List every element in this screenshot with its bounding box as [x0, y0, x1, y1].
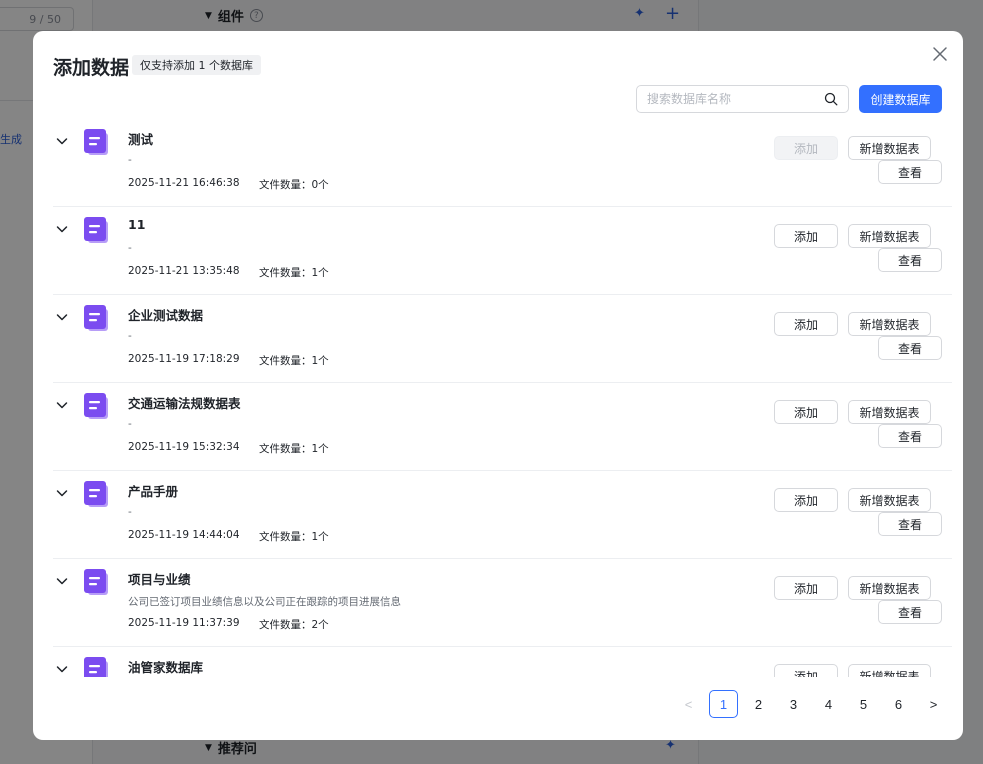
- database-icon: [82, 392, 110, 420]
- database-row: 测试 - 2025-11-21 16:46:38 文件数量：0个 添加 新增数据表 查看: [53, 119, 952, 207]
- new-table-button[interactable]: 新增数据表: [848, 224, 931, 248]
- chevron-down-icon[interactable]: [55, 133, 69, 147]
- database-file-count: 文件数量：1个: [259, 355, 329, 367]
- view-button[interactable]: 查看: [878, 512, 942, 536]
- prev-page-button: <: [684, 696, 693, 712]
- search-box[interactable]: [636, 85, 849, 113]
- database-row: 交通运输法规数据表 - 2025-11-19 15:32:34 文件数量：1个 添加 新增…: [53, 383, 952, 471]
- pagination: <1 2 3 4 5 6 >: [671, 690, 951, 718]
- database-date: 2025-11-19 14:44:04: [128, 529, 240, 541]
- chevron-down-icon[interactable]: [55, 221, 69, 235]
- database-icon: [82, 128, 110, 156]
- database-icon: [82, 656, 110, 677]
- modal-limit-tag: 仅支持添加 1 个数据库: [132, 55, 261, 75]
- modal-title: 添加数据: [53, 57, 130, 79]
- database-file-count: 文件数量：1个: [259, 531, 329, 543]
- database-file-count: 文件数量：0个: [259, 179, 329, 191]
- add-button[interactable]: 添加: [774, 312, 838, 336]
- database-date: 2025-11-19 15:32:34: [128, 441, 240, 453]
- page-button[interactable]: 1: [709, 690, 738, 718]
- database-row: 11 - 2025-11-21 13:35:48 文件数量：1个 添加 新增数据表 查看: [53, 207, 952, 295]
- database-name: 11: [128, 217, 146, 232]
- database-name: 交通运输法规数据表: [128, 396, 241, 411]
- create-database-button[interactable]: 创建数据库: [859, 85, 942, 113]
- database-date: 2025-11-21 13:35:48: [128, 265, 240, 277]
- add-button[interactable]: 添加: [774, 400, 838, 424]
- database-row: 产品手册 - 2025-11-19 14:44:04 文件数量：1个 添加 新增数据表 查看: [53, 471, 952, 559]
- database-description: 公司已签订项目业绩信息以及公司正在跟踪的项目进展信息: [128, 596, 401, 608]
- next-page-button[interactable]: >: [916, 690, 951, 718]
- new-table-button[interactable]: 新增数据表: [848, 136, 931, 160]
- database-name: 测试: [128, 132, 154, 147]
- database-name: 油管家数据库: [128, 660, 204, 675]
- add-button[interactable]: 添加: [774, 488, 838, 512]
- database-file-count: 文件数量：1个: [259, 267, 329, 279]
- page-button[interactable]: 2: [741, 690, 776, 718]
- view-button[interactable]: 查看: [878, 336, 942, 360]
- add-button[interactable]: 添加: [774, 224, 838, 248]
- database-name: 企业测试数据: [128, 308, 204, 323]
- database-row: 油管家数据库 添加 新增数据表: [53, 647, 952, 677]
- new-table-button[interactable]: 新增数据表: [848, 664, 931, 677]
- database-name: 产品手册: [128, 484, 179, 499]
- chevron-down-icon[interactable]: [55, 661, 69, 675]
- database-icon: [82, 216, 110, 244]
- chevron-down-icon[interactable]: [55, 573, 69, 587]
- database-date: 2025-11-21 16:46:38: [128, 177, 240, 189]
- view-button[interactable]: 查看: [878, 248, 942, 272]
- new-table-button[interactable]: 新增数据表: [848, 488, 931, 512]
- close-button[interactable]: [931, 45, 949, 63]
- view-button[interactable]: 查看: [878, 600, 942, 624]
- database-description: -: [128, 242, 132, 254]
- add-button: 添加: [774, 136, 838, 160]
- database-icon: [82, 568, 110, 596]
- database-list: 测试 -2025-11-21 16:46:38 文件数量：0个 添加 新增数据表 查看 11…: [53, 119, 952, 677]
- add-button[interactable]: 添加: [774, 664, 838, 677]
- database-description: -: [128, 154, 132, 166]
- page-button[interactable]: 4: [811, 690, 846, 718]
- database-icon: [82, 304, 110, 332]
- page-button[interactable]: 6: [881, 690, 916, 718]
- database-icon: [82, 480, 110, 508]
- chevron-down-icon[interactable]: [55, 397, 69, 411]
- close-icon: [933, 47, 947, 61]
- page-button[interactable]: 3: [776, 690, 811, 718]
- search-icon[interactable]: [824, 92, 838, 106]
- add-button[interactable]: 添加: [774, 576, 838, 600]
- add-data-modal: 添加数据 仅支持添加 1 个数据库 创建数据库 测试 - 2025-11-21 16…: [33, 31, 963, 740]
- view-button[interactable]: 查看: [878, 424, 942, 448]
- page-button[interactable]: 5: [846, 690, 881, 718]
- view-button[interactable]: 查看: [878, 160, 942, 184]
- chevron-down-icon[interactable]: [55, 485, 69, 499]
- database-file-count: 文件数量：1个: [259, 443, 329, 455]
- database-description: -: [128, 330, 132, 342]
- new-table-button[interactable]: 新增数据表: [848, 400, 931, 424]
- new-table-button[interactable]: 新增数据表: [848, 312, 931, 336]
- database-name: 项目与业绩: [128, 572, 191, 587]
- database-description: -: [128, 418, 132, 430]
- database-row: 项目与业绩公司已签订项目业绩信息以及公司正在跟踪的项目进展信息 2025-11-1…: [53, 559, 952, 647]
- database-date: 2025-11-19 11:37:39: [128, 617, 240, 629]
- database-date: 2025-11-19 17:18:29: [128, 353, 240, 365]
- chevron-down-icon[interactable]: [55, 309, 69, 323]
- new-table-button[interactable]: 新增数据表: [848, 576, 931, 600]
- database-row: 企业测试数据 - 2025-11-19 17:18:29 文件数量：1个 添加 新增数据表…: [53, 295, 952, 383]
- search-input[interactable]: [647, 92, 824, 106]
- database-description: -: [128, 506, 132, 518]
- database-file-count: 文件数量：2个: [259, 619, 329, 631]
